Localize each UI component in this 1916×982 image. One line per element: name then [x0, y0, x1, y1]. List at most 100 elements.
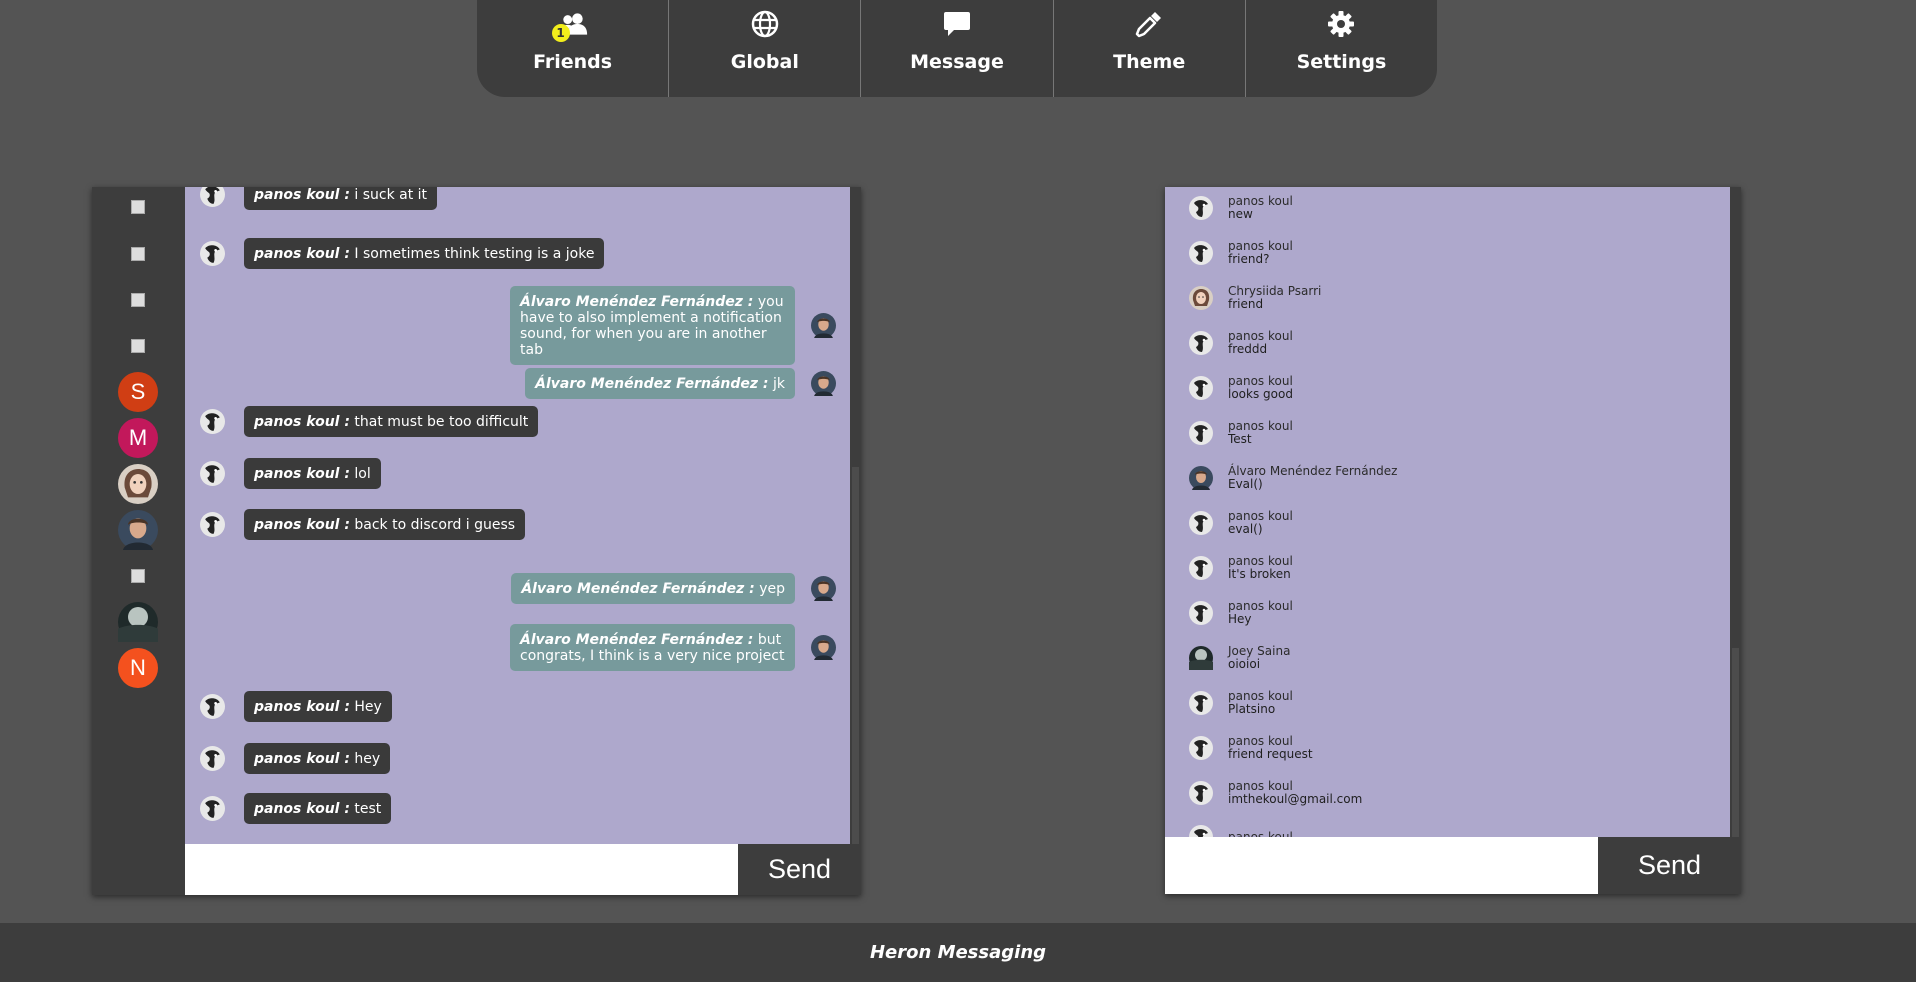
nav-theme[interactable]: Theme: [1054, 0, 1246, 97]
notification-message: Test: [1228, 432, 1252, 446]
message-bubble: panos koul : lol: [244, 458, 381, 489]
notification-message: Platsino: [1228, 702, 1276, 716]
notification-item[interactable]: panos koul friend request: [1189, 735, 1313, 761]
notification-avatar: [1189, 286, 1213, 310]
notification-text: panos koul friend?: [1228, 240, 1293, 266]
notification-avatar: [1189, 331, 1213, 355]
message-bubble: panos koul : back to discord i guess: [244, 509, 526, 540]
nav-label: Friends: [533, 51, 613, 73]
message-avatar: [200, 461, 225, 486]
message-author: Álvaro Menéndez Fernández :: [521, 581, 755, 597]
footer: Heron Messaging: [0, 923, 1916, 982]
notification-avatar: [1189, 736, 1213, 760]
notifications-panel: panos koul new panos koul friend? Chrysiida …: [1165, 187, 1741, 894]
message-text: jk: [768, 376, 785, 392]
message-bubble: panos koul : I sometimes think testing i…: [244, 238, 605, 269]
sidebar-avatar[interactable]: N: [118, 648, 158, 688]
message-bubble: panos koul : i suck at it: [244, 187, 438, 210]
message-bubble: Álvaro Menéndez Fernández : you have to …: [510, 286, 795, 365]
notification-message: eval(): [1228, 522, 1263, 536]
message-avatar: [811, 576, 836, 601]
message-input[interactable]: [185, 844, 738, 895]
message-author: Álvaro Menéndez Fernández :: [520, 632, 754, 648]
sidebar-avatar[interactable]: [118, 510, 158, 550]
notification-avatar: [1189, 646, 1213, 670]
nav-label: Global: [730, 51, 799, 73]
notification-item[interactable]: panos koul Platsino: [1189, 690, 1293, 716]
man-avatar: [118, 510, 158, 550]
notification-text: panos koul It's broken: [1228, 555, 1293, 581]
notification-item[interactable]: Álvaro Menéndez Fernández Eval(): [1189, 465, 1397, 491]
message-avatar: [200, 187, 225, 207]
notification-avatar: [1189, 421, 1213, 445]
broken-image-icon: [131, 247, 145, 261]
sidebar-avatar-broken-image[interactable]: [118, 326, 158, 366]
chat-message: panos koul : back to discord i guess: [200, 509, 526, 540]
notification-item[interactable]: Chrysiida Psarri friend: [1189, 285, 1321, 311]
notification-item[interactable]: panos koul: [1189, 825, 1293, 837]
sidebar-avatar-broken-image[interactable]: [118, 234, 158, 274]
broken-image-icon: [131, 339, 145, 353]
scrollbar-thumb[interactable]: [1732, 648, 1739, 837]
scrollbar-thumb[interactable]: [852, 467, 859, 844]
moon-avatar: [118, 602, 158, 642]
sidebar-avatar[interactable]: [118, 464, 158, 504]
message-author: panos koul :: [254, 414, 350, 430]
message-author: panos koul :: [254, 246, 350, 262]
message-author: panos koul :: [254, 699, 350, 715]
notification-scrollbar[interactable]: [1730, 187, 1741, 837]
notification-text: panos koul friend request: [1228, 735, 1313, 761]
notification-item[interactable]: panos koul freddd: [1189, 330, 1293, 356]
notification-message: friend request: [1228, 747, 1313, 761]
notification-avatar: [1189, 376, 1213, 400]
sidebar-avatar-broken-image[interactable]: [118, 187, 158, 227]
nav-message[interactable]: Message: [861, 0, 1054, 97]
notification-avatar: [1189, 601, 1213, 625]
notification-avatar: [1189, 781, 1213, 805]
message-icon: [942, 9, 972, 39]
conversation-sidebar: SM N: [92, 187, 185, 895]
send-button[interactable]: Send: [738, 844, 861, 895]
nav-label: Message: [910, 51, 1004, 73]
sidebar-avatar[interactable]: S: [118, 372, 158, 412]
message-author: panos koul :: [254, 187, 350, 203]
global-input-row: Send: [1165, 837, 1741, 894]
notification-text: panos koul eval(): [1228, 510, 1293, 536]
message-author: panos koul :: [254, 801, 350, 817]
notification-item[interactable]: panos koul looks good: [1189, 375, 1293, 401]
notification-item[interactable]: panos koul friend?: [1189, 240, 1293, 266]
notification-item[interactable]: panos koul Hey: [1189, 600, 1293, 626]
notification-item[interactable]: panos koul new: [1189, 195, 1293, 221]
chat-message: panos koul : I sometimes think testing i…: [200, 238, 605, 269]
message-bubble: panos koul : that must be too difficult: [244, 406, 539, 437]
global-message-input[interactable]: [1165, 837, 1598, 894]
chat-message: panos koul : lol: [200, 458, 381, 489]
nav-global[interactable]: Global: [669, 0, 862, 97]
global-send-button[interactable]: Send: [1598, 837, 1741, 894]
message-avatar: [200, 241, 225, 266]
notification-item[interactable]: Joey Saina oioioi: [1189, 645, 1290, 671]
notification-item[interactable]: panos koul eval(): [1189, 510, 1293, 536]
sidebar-avatar-broken-image[interactable]: [118, 280, 158, 320]
sidebar-avatar[interactable]: M: [118, 418, 158, 458]
message-text: yep: [754, 581, 785, 597]
nav-settings[interactable]: Settings: [1246, 0, 1437, 97]
avatar-letter: M: [118, 418, 158, 458]
notification-item[interactable]: panos koul Test: [1189, 420, 1293, 446]
notification-item[interactable]: panos koul imthekoul@gmail.com: [1189, 780, 1362, 806]
chat-messages[interactable]: panos koul : i suck at it panos koul : I …: [185, 187, 850, 844]
notification-text: panos koul Platsino: [1228, 690, 1293, 716]
notification-avatar: [1189, 196, 1213, 220]
sidebar-avatar-broken-image[interactable]: [118, 556, 158, 596]
notification-message: Hey: [1228, 612, 1252, 626]
chat-scrollbar[interactable]: [850, 187, 861, 844]
message-avatar: [200, 694, 225, 719]
message-author: panos koul :: [254, 751, 350, 767]
notification-text: panos koul Test: [1228, 420, 1293, 446]
notification-list[interactable]: panos koul new panos koul friend? Chrysiida …: [1165, 187, 1730, 837]
nav-friends[interactable]: 1 Friends: [477, 0, 670, 97]
notification-message: friend?: [1228, 252, 1270, 266]
broken-image-icon: [131, 200, 145, 214]
sidebar-avatar[interactable]: [118, 602, 158, 642]
notification-item[interactable]: panos koul It's broken: [1189, 555, 1293, 581]
